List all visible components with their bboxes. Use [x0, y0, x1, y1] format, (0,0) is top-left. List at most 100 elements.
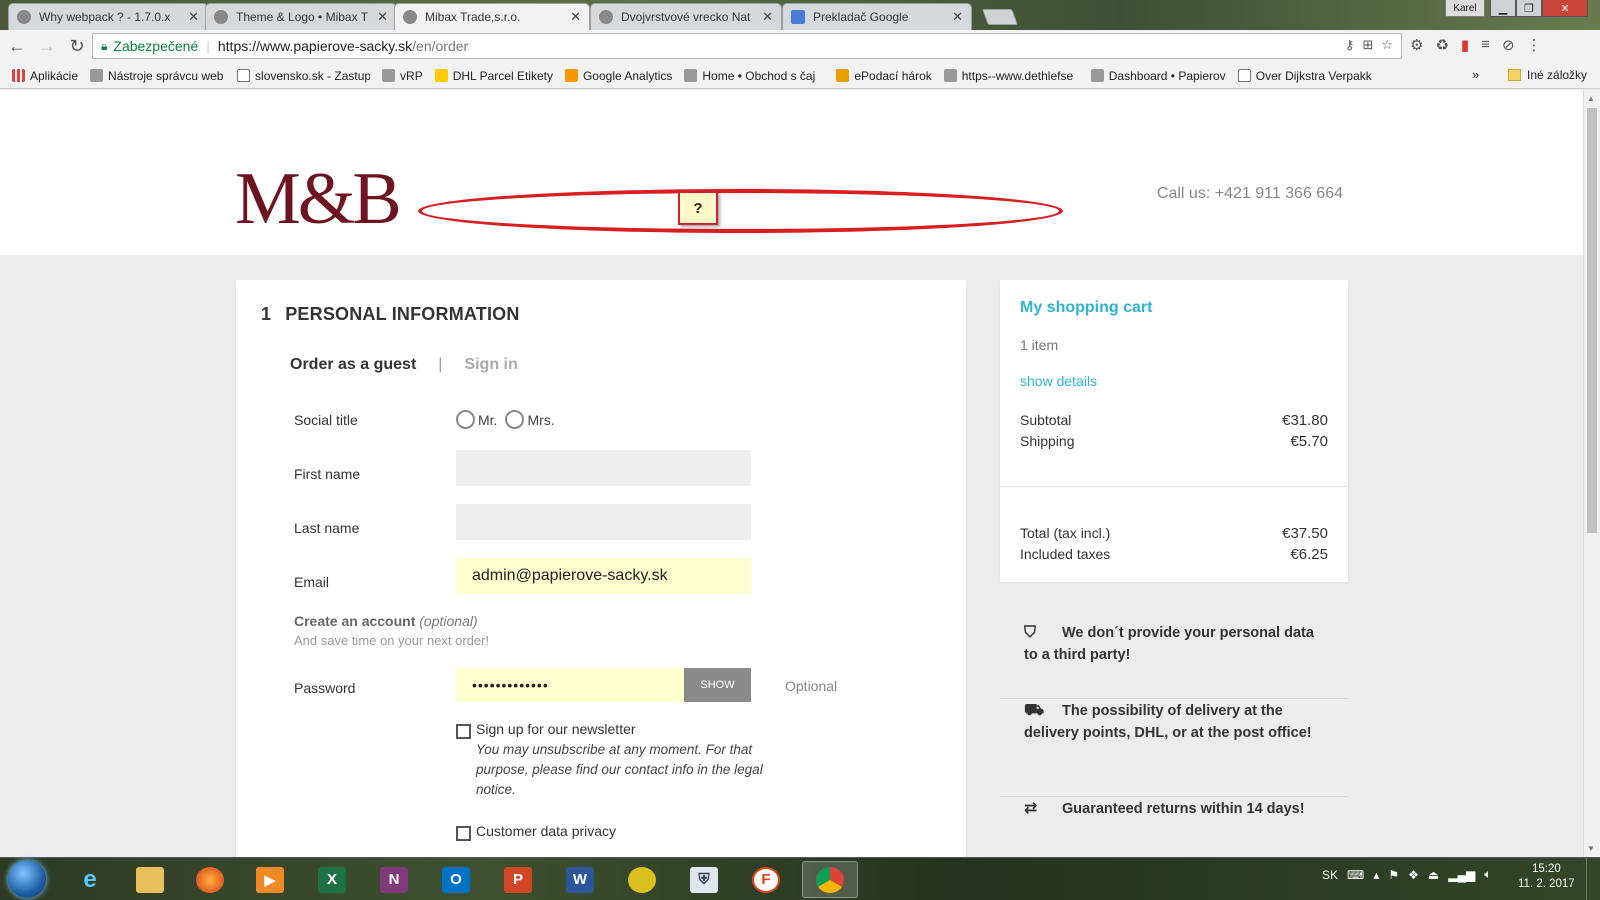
- close-window-icon[interactable]: ✕: [1542, 0, 1588, 17]
- radio-mrs[interactable]: [505, 410, 525, 429]
- scrollbar-thumb[interactable]: [1587, 108, 1597, 533]
- tab-google-translate[interactable]: Prekladač Google ✕: [782, 3, 972, 30]
- minimize-icon[interactable]: ▁: [1490, 0, 1516, 17]
- last-name-field[interactable]: [456, 504, 751, 540]
- powerpoint-icon[interactable]: P: [490, 861, 546, 898]
- close-tab-icon[interactable]: ✕: [952, 9, 963, 25]
- bookmark-item[interactable]: Over Dijkstra Verpakk: [1237, 69, 1388, 83]
- star-icon[interactable]: ☆: [1381, 37, 1393, 53]
- close-tab-icon[interactable]: ✕: [762, 9, 773, 25]
- gear-extension-icon[interactable]: ⚙: [1410, 36, 1423, 54]
- bookmark-item[interactable]: https--www.dethlefse: [943, 69, 1079, 83]
- site-logo[interactable]: M&B: [235, 162, 402, 236]
- close-tab-icon[interactable]: ✕: [188, 9, 199, 25]
- clock-date: 11. 2. 2017: [1518, 878, 1575, 890]
- recycle-extension-icon[interactable]: ♻: [1435, 36, 1448, 54]
- newsletter-checkbox[interactable]: [456, 724, 471, 739]
- tray-expand-icon[interactable]: ▴: [1373, 868, 1379, 882]
- close-tab-icon[interactable]: ✕: [377, 9, 388, 25]
- scroll-down-icon[interactable]: ▼: [1587, 844, 1595, 853]
- new-tab-button[interactable]: [982, 9, 1018, 25]
- onenote-icon[interactable]: N: [366, 861, 422, 898]
- bookmark-item[interactable]: Home • Obchod s čaj: [684, 69, 824, 83]
- show-desktop-button[interactable]: [1586, 858, 1600, 900]
- system-clock[interactable]: 15:20 11. 2. 2017: [1518, 862, 1575, 892]
- pdf-extension-icon[interactable]: ⊘: [1502, 36, 1515, 54]
- bookmark-item[interactable]: DHL Parcel Etikety: [434, 68, 553, 83]
- key-icon[interactable]: ⚷: [1345, 37, 1355, 53]
- f-app-icon[interactable]: F: [738, 861, 794, 898]
- webmaster-icon: [90, 69, 104, 82]
- page-scrollbar[interactable]: ▲ ▼: [1583, 90, 1600, 857]
- usb-icon[interactable]: ⏏: [1428, 868, 1439, 882]
- windows-start-icon[interactable]: [8, 860, 46, 898]
- bookmark-label: Dashboard • Papierov: [1108, 68, 1226, 83]
- volume-icon[interactable]: 🔈︎: [1484, 867, 1491, 882]
- system-tray: SK ⌨ ▴ ⚑ ❖ ⏏ ▂▄▆ 🔈︎: [1322, 867, 1491, 882]
- profile-button[interactable]: Karel: [1445, 0, 1485, 17]
- network-signal-icon[interactable]: ▂▄▆: [1448, 868, 1475, 882]
- email-field[interactable]: [456, 558, 751, 594]
- translate-icon[interactable]: ⊞: [1362, 37, 1373, 53]
- menu-kebab-icon[interactable]: ⋮: [1527, 36, 1542, 54]
- forward-arrow-icon[interactable]: →: [34, 34, 60, 60]
- tab-dvojvrstvove[interactable]: Dvojvrstvové vrecko Nat ✕: [590, 3, 782, 30]
- dropbox-icon[interactable]: ❖: [1408, 868, 1419, 882]
- tab-sign-in[interactable]: Sign in: [464, 356, 517, 374]
- tab-strip: Why webpack ? - 1.7.0.x ✕ Theme & Logo •…: [0, 0, 1600, 30]
- red-extension-icon[interactable]: ▮: [1461, 36, 1469, 54]
- taxes-value: €6.25: [1290, 546, 1328, 563]
- total-label: Total (tax incl.): [1020, 525, 1111, 541]
- reassurance-text: Guaranteed returns within 14 days!: [1062, 801, 1305, 817]
- media-player-icon[interactable]: ▶: [242, 861, 298, 898]
- bookmark-item[interactable]: Nástroje správcu web: [90, 69, 225, 83]
- bookmark-item[interactable]: Dashboard • Papierov: [1090, 68, 1226, 83]
- outlook-icon[interactable]: O: [428, 861, 484, 898]
- privacy-checkbox[interactable]: [456, 826, 471, 841]
- email-label: Email: [294, 574, 330, 590]
- show-details-link[interactable]: show details: [1020, 373, 1097, 389]
- coins-app-icon[interactable]: [614, 861, 670, 898]
- bookmark-apps[interactable]: Aplikácie: [12, 69, 78, 83]
- tab-mibax-trade[interactable]: Mibax Trade,s.r.o. ✕: [394, 3, 590, 30]
- word-icon[interactable]: W: [552, 861, 608, 898]
- vpn-app-icon[interactable]: ⛨: [676, 861, 732, 898]
- restore-icon[interactable]: ❐: [1516, 0, 1542, 17]
- reassurance-returns: ⇄ Guaranteed returns within 14 days!: [1000, 798, 1348, 820]
- first-name-field[interactable]: [456, 450, 751, 486]
- reload-icon[interactable]: ↻: [64, 34, 90, 60]
- bookmark-item[interactable]: slovensko.sk - Zastup: [237, 69, 370, 83]
- bookmarks-overflow-button[interactable]: »: [1472, 67, 1479, 82]
- favicon-icon: [214, 10, 228, 24]
- browser-toolbar: ← → ↻ 🔒︎ Zabezpečené | https://www.papie…: [0, 30, 1600, 63]
- excel-icon[interactable]: X: [304, 861, 360, 898]
- firefox-icon[interactable]: [182, 861, 238, 898]
- keyboard-icon[interactable]: ⌨: [1347, 868, 1364, 882]
- tab-theme-logo[interactable]: Theme & Logo • Mibax T ✕: [205, 3, 397, 30]
- show-password-button[interactable]: SHOW: [684, 668, 751, 702]
- stack-extension-icon[interactable]: ≡: [1481, 36, 1490, 54]
- tab-order-as-guest[interactable]: Order as a guest: [290, 356, 416, 374]
- favicon-icon: [403, 10, 417, 24]
- password-field[interactable]: •••••••••••••: [456, 668, 684, 702]
- bookmark-item[interactable]: vRP: [382, 69, 423, 83]
- flag-icon[interactable]: ⚑: [1388, 868, 1399, 882]
- scroll-up-icon[interactable]: ▲: [1587, 94, 1595, 103]
- close-tab-icon[interactable]: ✕: [570, 9, 581, 25]
- chrome-icon[interactable]: [802, 861, 858, 898]
- extension-icons: ⚙ ♻ ▮ ≡ ⊘ ⋮: [1410, 36, 1542, 54]
- back-arrow-icon[interactable]: ←: [4, 34, 30, 60]
- language-indicator[interactable]: SK: [1322, 868, 1338, 882]
- internet-explorer-icon[interactable]: e: [62, 861, 118, 898]
- address-bar[interactable]: 🔒︎ Zabezpečené | https://www.papierove-s…: [92, 33, 1402, 59]
- file-explorer-icon[interactable]: [122, 861, 178, 898]
- tab-webpack[interactable]: Why webpack ? - 1.7.0.x ✕: [8, 3, 208, 30]
- other-bookmarks[interactable]: Iné záložky: [1508, 68, 1587, 82]
- tab-title: Prekladač Google: [813, 10, 909, 24]
- radio-mr-label: Mr.: [478, 411, 498, 428]
- bookmark-item[interactable]: Google Analytics: [564, 69, 672, 83]
- bookmark-item[interactable]: ePodací hárok: [836, 69, 932, 83]
- bookmark-label: DHL Parcel Etikety: [452, 68, 553, 83]
- radio-mr[interactable]: [456, 410, 475, 429]
- annotation-question-mark: ?: [678, 191, 718, 225]
